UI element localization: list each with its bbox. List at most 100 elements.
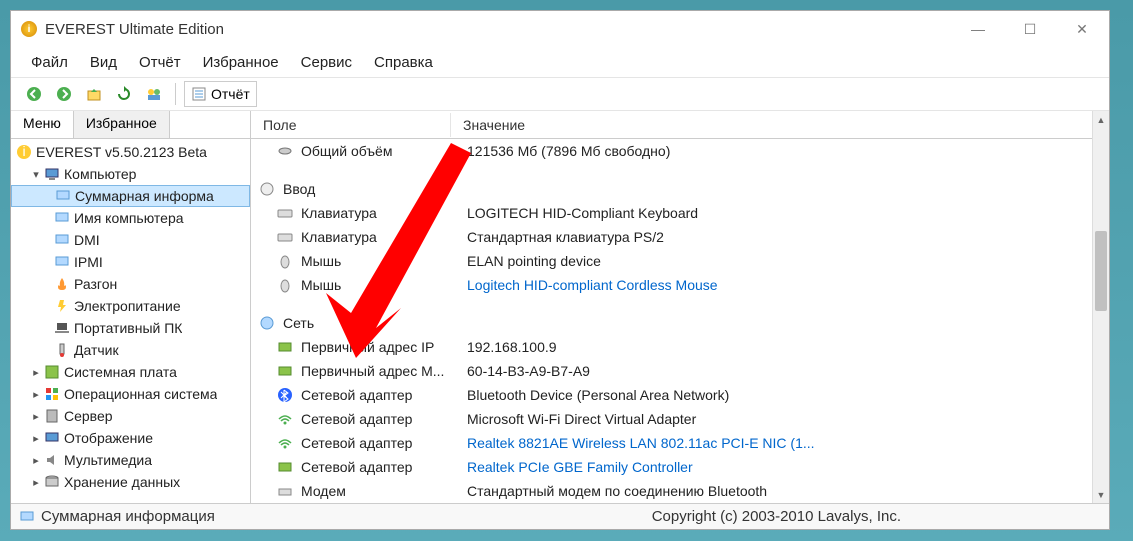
- list-row[interactable]: КлавиатураLOGITECH HID-Compliant Keyboar…: [251, 201, 1109, 225]
- menu-view[interactable]: Вид: [80, 50, 127, 75]
- expand-icon[interactable]: ▸: [29, 476, 43, 489]
- list-row[interactable]: Ввод: [251, 177, 1109, 201]
- ipmi-icon: [53, 254, 71, 270]
- app-icon: i: [21, 21, 37, 37]
- list-row[interactable]: Сеть: [251, 311, 1109, 335]
- tree-root[interactable]: i EVEREST v5.50.2123 Beta: [11, 141, 250, 163]
- back-button[interactable]: [21, 81, 47, 107]
- tree-ipmi[interactable]: IPMI: [11, 251, 250, 273]
- separator-icon: [175, 83, 176, 105]
- close-button[interactable]: ✕: [1065, 16, 1099, 42]
- speaker-icon: [43, 452, 61, 468]
- row-value: 121536 Мб (7896 Мб свободно): [467, 143, 1109, 159]
- menu-service[interactable]: Сервис: [291, 50, 362, 75]
- tree-sensor[interactable]: Датчик: [11, 339, 250, 361]
- list-row[interactable]: Сетевой адаптерRealtek 8821AE Wireless L…: [251, 431, 1109, 455]
- tree-multimedia[interactable]: ▸ Мультимедиа: [11, 449, 250, 471]
- row-value[interactable]: Realtek PCIe GBE Family Controller: [467, 459, 1109, 475]
- tab-favorites[interactable]: Избранное: [74, 111, 170, 138]
- tree-computer-name[interactable]: Имя компьютера: [11, 207, 250, 229]
- row-field: Сеть: [283, 315, 449, 331]
- content-area: Меню Избранное i EVEREST v5.50.2123 Beta…: [11, 111, 1109, 503]
- minimize-button[interactable]: —: [961, 16, 995, 42]
- expand-icon[interactable]: ▸: [29, 432, 43, 445]
- tree-display[interactable]: ▸ Отображение: [11, 427, 250, 449]
- scroll-thumb[interactable]: [1095, 231, 1107, 311]
- list-row[interactable]: Общий объём121536 Мб (7896 Мб свободно): [251, 139, 1109, 163]
- up-button[interactable]: [81, 81, 107, 107]
- tree-summary[interactable]: Суммарная информа: [11, 185, 250, 207]
- input-icon: [257, 181, 277, 197]
- storage-icon: [43, 474, 61, 490]
- computer-icon: [43, 166, 61, 182]
- tree-power[interactable]: Электропитание: [11, 295, 250, 317]
- list-row[interactable]: МодемСтандартный модем по соединению Blu…: [251, 479, 1109, 503]
- menubar: Файл Вид Отчёт Избранное Сервис Справка: [11, 47, 1109, 77]
- row-value: 192.168.100.9: [467, 339, 1109, 355]
- app-window: i EVEREST Ultimate Edition — ☐ ✕ Файл Ви…: [10, 10, 1110, 530]
- tree-portable[interactable]: Портативный ПК: [11, 317, 250, 339]
- report-button-label: Отчёт: [211, 86, 250, 102]
- menu-help[interactable]: Справка: [364, 50, 443, 75]
- list-row[interactable]: Первичный адрес IP192.168.100.9: [251, 335, 1109, 359]
- row-field: Сетевой адаптер: [301, 411, 467, 427]
- row-value[interactable]: Logitech HID-compliant Cordless Mouse: [467, 277, 1109, 293]
- col-value[interactable]: Значение: [451, 113, 1109, 137]
- list-row[interactable]: КлавиатураСтандартная клавиатура PS/2: [251, 225, 1109, 249]
- tree-server[interactable]: ▸ Сервер: [11, 405, 250, 427]
- row-field: Ввод: [283, 181, 449, 197]
- list-row[interactable]: Первичный адрес М...60-14-B3-A9-B7-A9: [251, 359, 1109, 383]
- menu-report[interactable]: Отчёт: [129, 50, 191, 75]
- tab-menu[interactable]: Меню: [11, 111, 74, 138]
- row-field: Клавиатура: [301, 205, 467, 221]
- collapse-icon[interactable]: ▾: [29, 168, 43, 181]
- report-button[interactable]: Отчёт: [184, 81, 257, 107]
- status-text: Суммарная информация: [41, 508, 215, 525]
- expand-icon[interactable]: ▸: [29, 388, 43, 401]
- menu-favorites[interactable]: Избранное: [193, 50, 289, 75]
- row-field: Сетевой адаптер: [301, 387, 467, 403]
- row-value: LOGITECH HID-Compliant Keyboard: [467, 205, 1109, 221]
- svg-text:i: i: [22, 144, 25, 159]
- refresh-button[interactable]: [111, 81, 137, 107]
- users-button[interactable]: [141, 81, 167, 107]
- expand-icon[interactable]: ▸: [29, 410, 43, 423]
- scroll-down-icon[interactable]: ▼: [1093, 486, 1109, 503]
- tree-overclock[interactable]: Разгон: [11, 273, 250, 295]
- tree-motherboard[interactable]: ▸ Системная плата: [11, 361, 250, 383]
- expand-icon[interactable]: ▸: [29, 454, 43, 467]
- list-row[interactable]: Сетевой адаптерRealtek PCIe GBE Family C…: [251, 455, 1109, 479]
- expand-icon[interactable]: ▸: [29, 366, 43, 379]
- col-field[interactable]: Поле: [251, 113, 451, 137]
- scroll-up-icon[interactable]: ▲: [1093, 111, 1109, 128]
- motherboard-icon: [43, 364, 61, 380]
- windows-icon: [43, 386, 61, 402]
- toolbar: Отчёт: [11, 77, 1109, 111]
- wifi-icon: [275, 411, 295, 427]
- list-header: Поле Значение: [251, 111, 1109, 139]
- bluetooth-icon: [275, 387, 295, 403]
- maximize-button[interactable]: ☐: [1013, 16, 1047, 42]
- tree-storage[interactable]: ▸ Хранение данных: [11, 471, 250, 493]
- tree-dmi[interactable]: DMI: [11, 229, 250, 251]
- sensor-icon: [53, 342, 71, 358]
- row-field: Сетевой адаптер: [301, 435, 467, 451]
- status-icon: [19, 509, 35, 525]
- menu-file[interactable]: Файл: [21, 50, 78, 75]
- forward-button[interactable]: [51, 81, 77, 107]
- scrollbar[interactable]: ▲ ▼: [1092, 111, 1109, 503]
- tree-computer[interactable]: ▾ Компьютер: [11, 163, 250, 185]
- nic-icon: [275, 363, 295, 379]
- keyboard-icon: [275, 229, 295, 245]
- list-row[interactable]: Сетевой адаптерMicrosoft Wi-Fi Direct Vi…: [251, 407, 1109, 431]
- list-row[interactable]: Сетевой адаптерBluetooth Device (Persona…: [251, 383, 1109, 407]
- row-value: 60-14-B3-A9-B7-A9: [467, 363, 1109, 379]
- list-row[interactable]: МышьLogitech HID-compliant Cordless Mous…: [251, 273, 1109, 297]
- mouse-icon: [275, 253, 295, 269]
- row-value: Bluetooth Device (Personal Area Network): [467, 387, 1109, 403]
- main-panel: Поле Значение Общий объём121536 Мб (7896…: [251, 111, 1109, 503]
- tree-os[interactable]: ▸ Операционная система: [11, 383, 250, 405]
- list-row[interactable]: МышьELAN pointing device: [251, 249, 1109, 273]
- row-value[interactable]: Realtek 8821AE Wireless LAN 802.11ac PCI…: [467, 435, 1109, 451]
- disk-icon: [275, 143, 295, 159]
